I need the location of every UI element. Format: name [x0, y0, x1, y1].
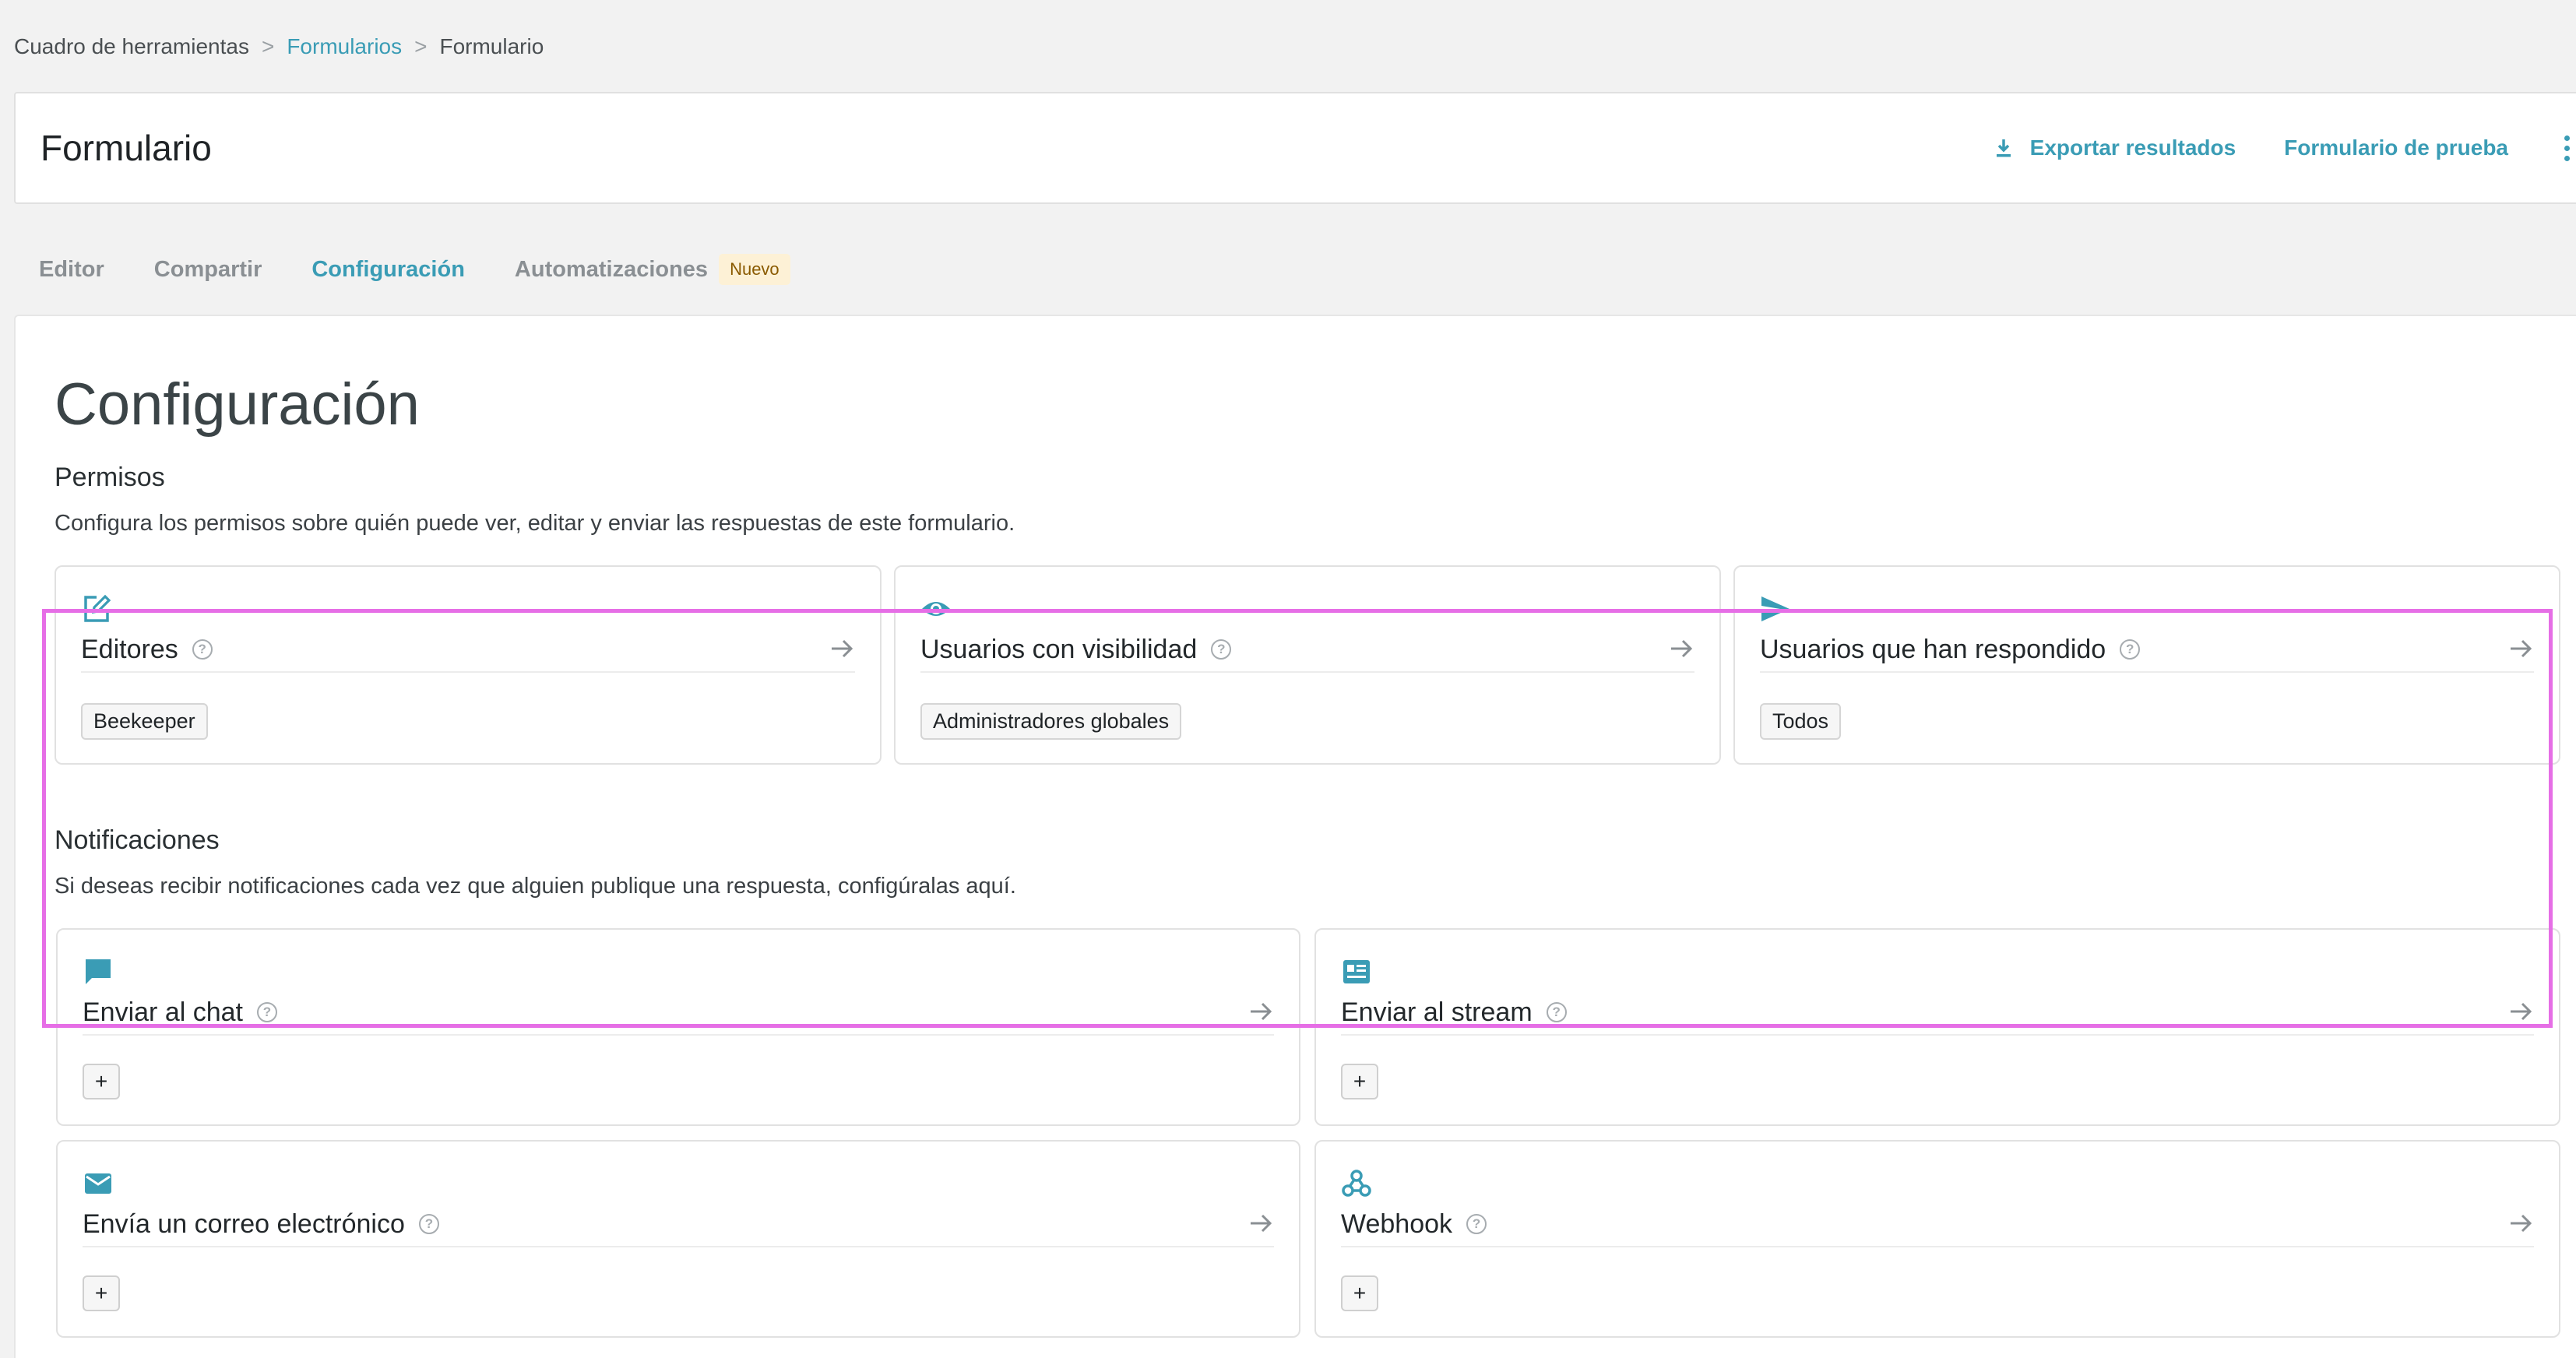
add-webhook-button[interactable]: +: [1341, 1275, 1378, 1311]
header-actions: Exportar resultados Formulario de prueba: [1994, 93, 2576, 202]
webhook-card-header: Webhook ?: [1341, 1202, 2534, 1247]
respondents-card-title: Usuarios que han respondido: [1760, 634, 2106, 664]
visibility-tag: Administradores globales: [920, 703, 1182, 740]
tab-automations[interactable]: Automatizaciones Nuevo: [515, 254, 790, 285]
stream-icon: [1343, 960, 1370, 983]
email-notification-card[interactable]: Envía un correo electrónico ? +: [56, 1140, 1300, 1338]
edit-icon: [84, 594, 111, 622]
tab-editor[interactable]: Editor: [39, 254, 104, 285]
arrow-right-icon[interactable]: [2507, 998, 2534, 1025]
webhook-icon: [1342, 1170, 1371, 1197]
tab-share[interactable]: Compartir: [154, 254, 262, 285]
test-form-button[interactable]: Formulario de prueba: [2284, 135, 2508, 160]
respondents-tag: Todos: [1760, 703, 1842, 740]
tab-settings[interactable]: Configuración: [311, 254, 465, 322]
add-email-button[interactable]: +: [83, 1275, 120, 1311]
arrow-right-icon[interactable]: [1248, 998, 1274, 1025]
arrow-right-icon[interactable]: [2507, 635, 2534, 662]
add-stream-button[interactable]: +: [1341, 1064, 1378, 1099]
help-icon[interactable]: ?: [1211, 639, 1232, 660]
help-icon[interactable]: ?: [257, 1002, 277, 1022]
stream-card-title: Enviar al stream: [1341, 997, 1533, 1027]
export-results-label: Exportar resultados: [2029, 135, 2236, 160]
help-icon[interactable]: ?: [2120, 639, 2141, 660]
arrow-right-icon[interactable]: [1248, 1210, 1274, 1237]
help-icon[interactable]: ?: [1546, 1002, 1567, 1022]
chat-notification-card[interactable]: Enviar al chat ? +: [56, 928, 1300, 1126]
page-title: Configuración: [55, 371, 420, 438]
notifications-title: Notificaciones: [55, 825, 220, 855]
webhook-card-title: Webhook: [1341, 1208, 1453, 1239]
respondents-card[interactable]: Usuarios que han respondido ? Todos: [1733, 565, 2560, 765]
webhook-notification-card[interactable]: Webhook ? +: [1314, 1140, 2560, 1338]
help-icon[interactable]: ?: [1466, 1214, 1487, 1234]
tab-automations-label: Automatizaciones: [514, 256, 709, 282]
arrow-right-icon[interactable]: [829, 635, 855, 662]
add-chat-button[interactable]: +: [83, 1064, 120, 1099]
page-header-title: Formulario: [40, 128, 212, 168]
chat-icon: [86, 959, 111, 984]
visibility-card-title: Usuarios con visibilidad: [920, 634, 1198, 664]
editors-card[interactable]: Editores ? Beekeeper: [55, 565, 882, 765]
chat-card-title: Enviar al chat: [83, 997, 243, 1027]
stream-notification-card[interactable]: Enviar al stream ? +: [1314, 928, 2560, 1126]
tab-bar: Editor Compartir Configuración Automatiz…: [39, 254, 790, 322]
send-icon: [1761, 596, 1789, 621]
settings-panel: Configuración Permisos Configura los per…: [14, 315, 2576, 1358]
respondents-card-header: Usuarios que han respondido ?: [1760, 628, 2534, 673]
email-card-header: Envía un correo electrónico ?: [83, 1202, 1274, 1247]
editors-card-header: Editores ?: [81, 628, 855, 673]
header-card: Formulario Exportar resultados Formulari…: [14, 92, 2576, 204]
breadcrumb-separator: >: [261, 34, 275, 58]
permissions-description: Configura los permisos sobre quién puede…: [55, 511, 1015, 536]
visibility-card[interactable]: Usuarios con visibilidad ? Administrador…: [894, 565, 1721, 765]
editors-card-title: Editores: [81, 634, 178, 664]
editors-tag: Beekeeper: [81, 703, 208, 740]
permissions-title: Permisos: [55, 463, 165, 492]
test-form-label: Formulario de prueba: [2284, 135, 2508, 160]
chat-card-header: Enviar al chat ?: [83, 990, 1274, 1036]
new-badge: Nuevo: [719, 254, 790, 285]
notifications-description: Si deseas recibir notificaciones cada ve…: [55, 874, 1016, 899]
arrow-right-icon[interactable]: [1668, 635, 1694, 662]
breadcrumb: Cuadro de herramientas > Formularios > F…: [14, 34, 544, 59]
mail-icon: [85, 1173, 111, 1194]
arrow-right-icon[interactable]: [2507, 1210, 2534, 1237]
stream-card-header: Enviar al stream ?: [1341, 990, 2534, 1036]
download-icon: [1996, 139, 2011, 157]
visibility-card-header: Usuarios con visibilidad ?: [920, 628, 1694, 673]
help-icon[interactable]: ?: [418, 1214, 439, 1234]
breadcrumb-current: Formulario: [439, 34, 544, 58]
export-results-button[interactable]: Exportar resultados: [1994, 135, 2236, 160]
breadcrumb-forms-link[interactable]: Formularios: [287, 34, 402, 59]
eye-icon: [922, 602, 950, 616]
breadcrumb-root[interactable]: Cuadro de herramientas: [14, 34, 249, 59]
more-options-icon[interactable]: [2557, 135, 2576, 161]
help-icon[interactable]: ?: [192, 639, 213, 660]
breadcrumb-separator: >: [414, 34, 428, 58]
email-card-title: Envía un correo electrónico: [83, 1208, 405, 1239]
